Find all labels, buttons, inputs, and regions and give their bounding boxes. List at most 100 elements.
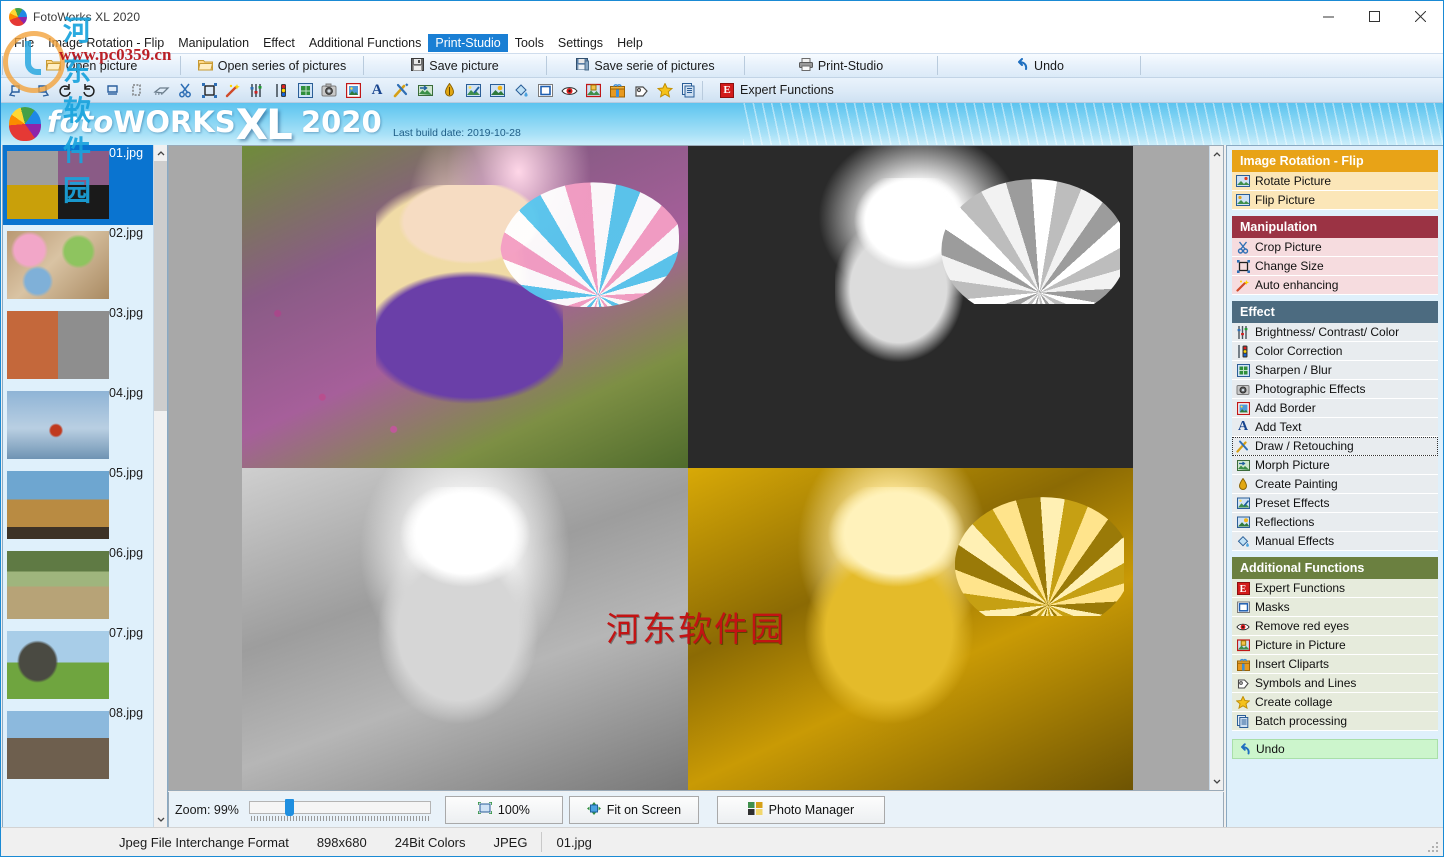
thumbnail-item-03[interactable]: 03.jpg — [3, 305, 155, 385]
sidebar-item-change-size[interactable]: Change Size — [1232, 257, 1438, 276]
symbols-lines-icon[interactable] — [630, 80, 652, 101]
menu-image-rotation-flip[interactable]: Image Rotation - Flip — [41, 34, 171, 52]
thumbnail-item-02[interactable]: 02.jpg — [3, 225, 155, 305]
auto-enhance-wand-icon[interactable] — [222, 80, 244, 101]
canvas-scroll-up-icon[interactable] — [1210, 146, 1224, 162]
menu-help[interactable]: Help — [610, 34, 650, 52]
sidebar-item-photographic-effects[interactable]: Photographic Effects — [1232, 380, 1438, 399]
sidebar-item-create-collage[interactable]: Create collage — [1232, 693, 1438, 712]
sidebar-item-auto-enhancing[interactable]: Auto enhancing — [1232, 276, 1438, 295]
sidebar-item-batch-processing[interactable]: Batch processing — [1232, 712, 1438, 731]
thumbnail-item-08[interactable]: 08.jpg — [3, 705, 155, 785]
save-picture-button[interactable]: Save picture — [365, 54, 545, 77]
open-picture-button[interactable]: Open picture — [4, 54, 179, 77]
sidebar-item-masks[interactable]: Masks — [1232, 598, 1438, 617]
create-collage-icon[interactable] — [654, 80, 676, 101]
thumbnail-image — [7, 551, 109, 619]
undo-button[interactable]: Undo — [939, 54, 1139, 77]
insert-cliparts-icon[interactable] — [606, 80, 628, 101]
thumbnail-item-04[interactable]: 04.jpg — [3, 385, 155, 465]
brightness-contrast-icon[interactable] — [246, 80, 268, 101]
add-border-icon[interactable] — [342, 80, 364, 101]
flip-picture-icon — [1236, 193, 1250, 207]
close-button[interactable] — [1397, 1, 1443, 32]
sidebar-item-sharpen-blur[interactable]: Sharpen / Blur — [1232, 361, 1438, 380]
print-studio-button[interactable]: Print-Studio — [746, 54, 936, 77]
sidebar-item-remove-red-eyes[interactable]: Remove red eyes — [1232, 617, 1438, 636]
zoom-slider-track[interactable] — [249, 801, 431, 814]
flip-horizontal-icon[interactable] — [102, 80, 124, 101]
draw-retouching-icon[interactable] — [390, 80, 412, 101]
sidebar-item-preset-effects[interactable]: Preset Effects — [1232, 494, 1438, 513]
zoom-100-button[interactable]: 100% — [445, 796, 563, 824]
sharpen-blur-icon[interactable] — [294, 80, 316, 101]
canvas-scrollbar[interactable] — [1209, 146, 1223, 790]
batch-processing-icon[interactable] — [678, 80, 700, 101]
sidebar-item-color-correction[interactable]: Color Correction — [1232, 342, 1438, 361]
sidebar-item-symbols-and-lines[interactable]: Symbols and Lines — [1232, 674, 1438, 693]
sidebar-item-add-border[interactable]: Add Border — [1232, 399, 1438, 418]
zoom-slider-knob[interactable] — [285, 799, 294, 816]
preset-effects-icon[interactable] — [462, 80, 484, 101]
zoom-slider[interactable] — [249, 799, 431, 821]
save-series-button[interactable]: Save serie of pictures — [548, 54, 743, 77]
sidebar-item-create-painting[interactable]: Create Painting — [1232, 475, 1438, 494]
rotate-left-icon[interactable] — [6, 80, 28, 101]
perspective-icon[interactable] — [150, 80, 172, 101]
thumbnail-item-05[interactable]: 05.jpg — [3, 465, 155, 545]
thumbnail-item-07[interactable]: 07.jpg — [3, 625, 155, 705]
manual-effects-icon[interactable] — [510, 80, 532, 101]
add-text-icon[interactable]: A — [366, 80, 388, 101]
resize-grip[interactable] — [1427, 841, 1439, 853]
menu-print-studio[interactable]: Print-Studio — [428, 34, 507, 52]
rotate-cw-icon[interactable] — [54, 80, 76, 101]
crop-scissors-icon[interactable] — [174, 80, 196, 101]
expert-functions-button[interactable]: E Expert Functions — [712, 79, 842, 102]
thumbnail-item-01[interactable]: 01.jpg — [3, 145, 155, 225]
change-size-icon[interactable] — [198, 80, 220, 101]
sidebar-item-morph-picture[interactable]: Morph Picture — [1232, 456, 1438, 475]
photographic-effects-icon[interactable] — [318, 80, 340, 101]
menu-manipulation[interactable]: Manipulation — [171, 34, 256, 52]
canvas-scroll-down-icon[interactable] — [1210, 774, 1224, 790]
remove-red-eyes-icon[interactable] — [558, 80, 580, 101]
menu-tools[interactable]: Tools — [508, 34, 551, 52]
menu-settings[interactable]: Settings — [551, 34, 610, 52]
sidebar-item-expert-functions[interactable]: E Expert Functions — [1232, 579, 1438, 598]
sidebar-item-reflections[interactable]: Reflections — [1232, 513, 1438, 532]
picture-in-picture-icon[interactable] — [582, 80, 604, 101]
sidebar-item-undo[interactable]: Undo — [1232, 739, 1438, 759]
masks-icon[interactable] — [534, 80, 556, 101]
fit-on-screen-button[interactable]: Fit on Screen — [569, 796, 699, 824]
rotate-right-icon[interactable] — [30, 80, 52, 101]
thumbnail-item-06[interactable]: 06.jpg — [3, 545, 155, 625]
flip-vertical-icon[interactable] — [126, 80, 148, 101]
scroll-down-icon[interactable] — [154, 812, 168, 828]
menu-file[interactable]: File — [7, 34, 41, 52]
menu-additional-functions[interactable]: Additional Functions — [302, 34, 429, 52]
open-series-button[interactable]: Open series of pictures — [182, 54, 362, 77]
sidebar-item-brightness-contrast-color[interactable]: Brightness/ Contrast/ Color — [1232, 323, 1438, 342]
create-painting-icon[interactable] — [438, 80, 460, 101]
sidebar-item-picture-in-picture[interactable]: Picture in Picture — [1232, 636, 1438, 655]
color-correction-icon[interactable] — [270, 80, 292, 101]
rotate-ccw-icon[interactable] — [78, 80, 100, 101]
menu-effect[interactable]: Effect — [256, 34, 302, 52]
sidebar-item-draw-retouching[interactable]: Draw / Retouching — [1232, 437, 1438, 456]
scroll-up-icon[interactable] — [154, 145, 168, 161]
scrollbar-thumb[interactable] — [154, 161, 168, 411]
maximize-button[interactable] — [1351, 1, 1397, 32]
image-canvas[interactable]: 河东软件园 — [168, 145, 1224, 791]
minimize-button[interactable] — [1305, 1, 1351, 32]
sidebar-item-manual-effects[interactable]: Manual Effects — [1232, 532, 1438, 551]
photo-manager-button[interactable]: Photo Manager — [717, 796, 885, 824]
morph-picture-icon[interactable] — [414, 80, 436, 101]
sidebar-item-add-text[interactable]: A Add Text — [1232, 418, 1438, 437]
sidebar-item-rotate-picture[interactable]: Rotate Picture — [1232, 172, 1438, 191]
functions-sidebar: Image Rotation - Flip Rotate Picture Fli… — [1226, 145, 1444, 828]
reflections-icon[interactable] — [486, 80, 508, 101]
sidebar-item-insert-cliparts[interactable]: Insert Cliparts — [1232, 655, 1438, 674]
thumbnail-scrollbar[interactable] — [153, 145, 167, 828]
sidebar-item-crop-picture[interactable]: Crop Picture — [1232, 238, 1438, 257]
sidebar-item-flip-picture[interactable]: Flip Picture — [1232, 191, 1438, 210]
